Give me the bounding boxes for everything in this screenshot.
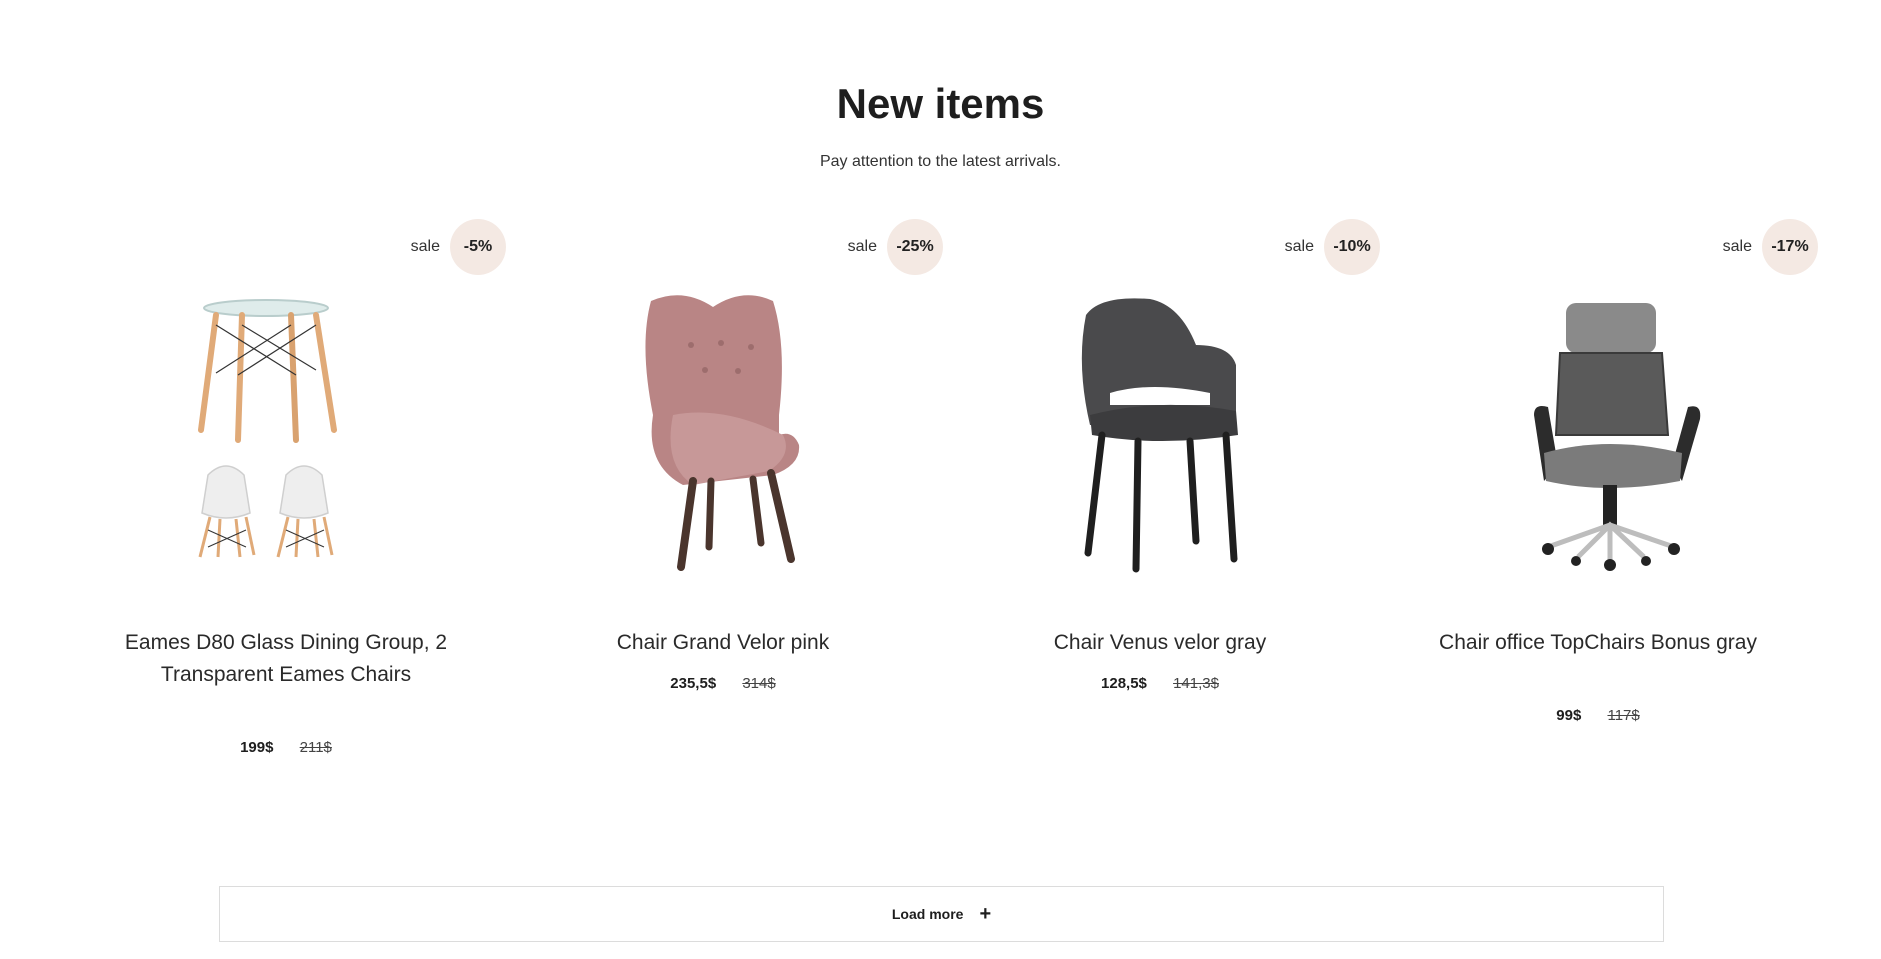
price-old: 211$ (299, 739, 332, 756)
discount-badge: -25% (887, 219, 943, 275)
price-current: 199$ (240, 739, 274, 756)
load-more-label: Load more (891, 906, 964, 922)
plus-icon: + (979, 903, 992, 925)
sale-badge: sale -25% (848, 219, 943, 275)
product-prices: 199$ 211$ (66, 739, 506, 756)
product-name[interactable]: Chair Venus velor gray (940, 627, 1380, 659)
product-name[interactable]: Eames D80 Glass Dining Group, 2 Transpar… (66, 627, 506, 691)
product-card[interactable]: sale -10% Chair Venus velor gray 128,5$ … (940, 215, 1380, 775)
sale-label: sale (1722, 238, 1752, 255)
product-name[interactable]: Chair Grand Velor pink (503, 627, 943, 659)
discount-badge: -17% (1762, 219, 1818, 275)
sale-label: sale (847, 238, 877, 255)
price-old: 141,3$ (1173, 675, 1219, 692)
gray-chair-image[interactable] (1010, 285, 1310, 605)
section-title: New items (836, 80, 1045, 127)
price-current: 128,5$ (1101, 675, 1147, 692)
product-prices: 99$ 117$ (1378, 707, 1818, 724)
price-old: 314$ (742, 675, 776, 692)
table-chairs-set-image[interactable] (136, 285, 436, 605)
product-prices: 235,5$ 314$ (503, 675, 943, 692)
product-card[interactable]: sale -5% Eames D80 Glass Dining Group, 2 (66, 215, 506, 775)
price-old: 117$ (1607, 707, 1640, 724)
office-chair-image[interactable] (1448, 285, 1748, 605)
discount-badge: -5% (450, 219, 506, 275)
load-more-button[interactable]: Load more + (219, 886, 1664, 942)
sale-label: sale (410, 238, 440, 255)
price-current: 235,5$ (670, 675, 717, 692)
product-card[interactable]: sale -25% Chair Grand Velor pink 235,5$ … (503, 215, 943, 775)
pink-armchair-image[interactable] (573, 285, 873, 605)
sale-badge: sale -17% (1723, 219, 1818, 275)
price-current: 99$ (1556, 707, 1582, 724)
section-subtitle: Pay attention to the latest arrivals. (819, 153, 1061, 170)
product-name[interactable]: Chair office TopChairs Bonus gray (1378, 627, 1818, 659)
product-card[interactable]: sale -17% Chair office TopChairs Bonus g… (1378, 215, 1818, 775)
sale-badge: sale -10% (1285, 219, 1380, 275)
product-prices: 128,5$ 141,3$ (940, 675, 1380, 692)
sale-label: sale (1284, 238, 1314, 255)
discount-badge: -10% (1324, 219, 1380, 275)
sale-badge: sale -5% (411, 219, 506, 275)
